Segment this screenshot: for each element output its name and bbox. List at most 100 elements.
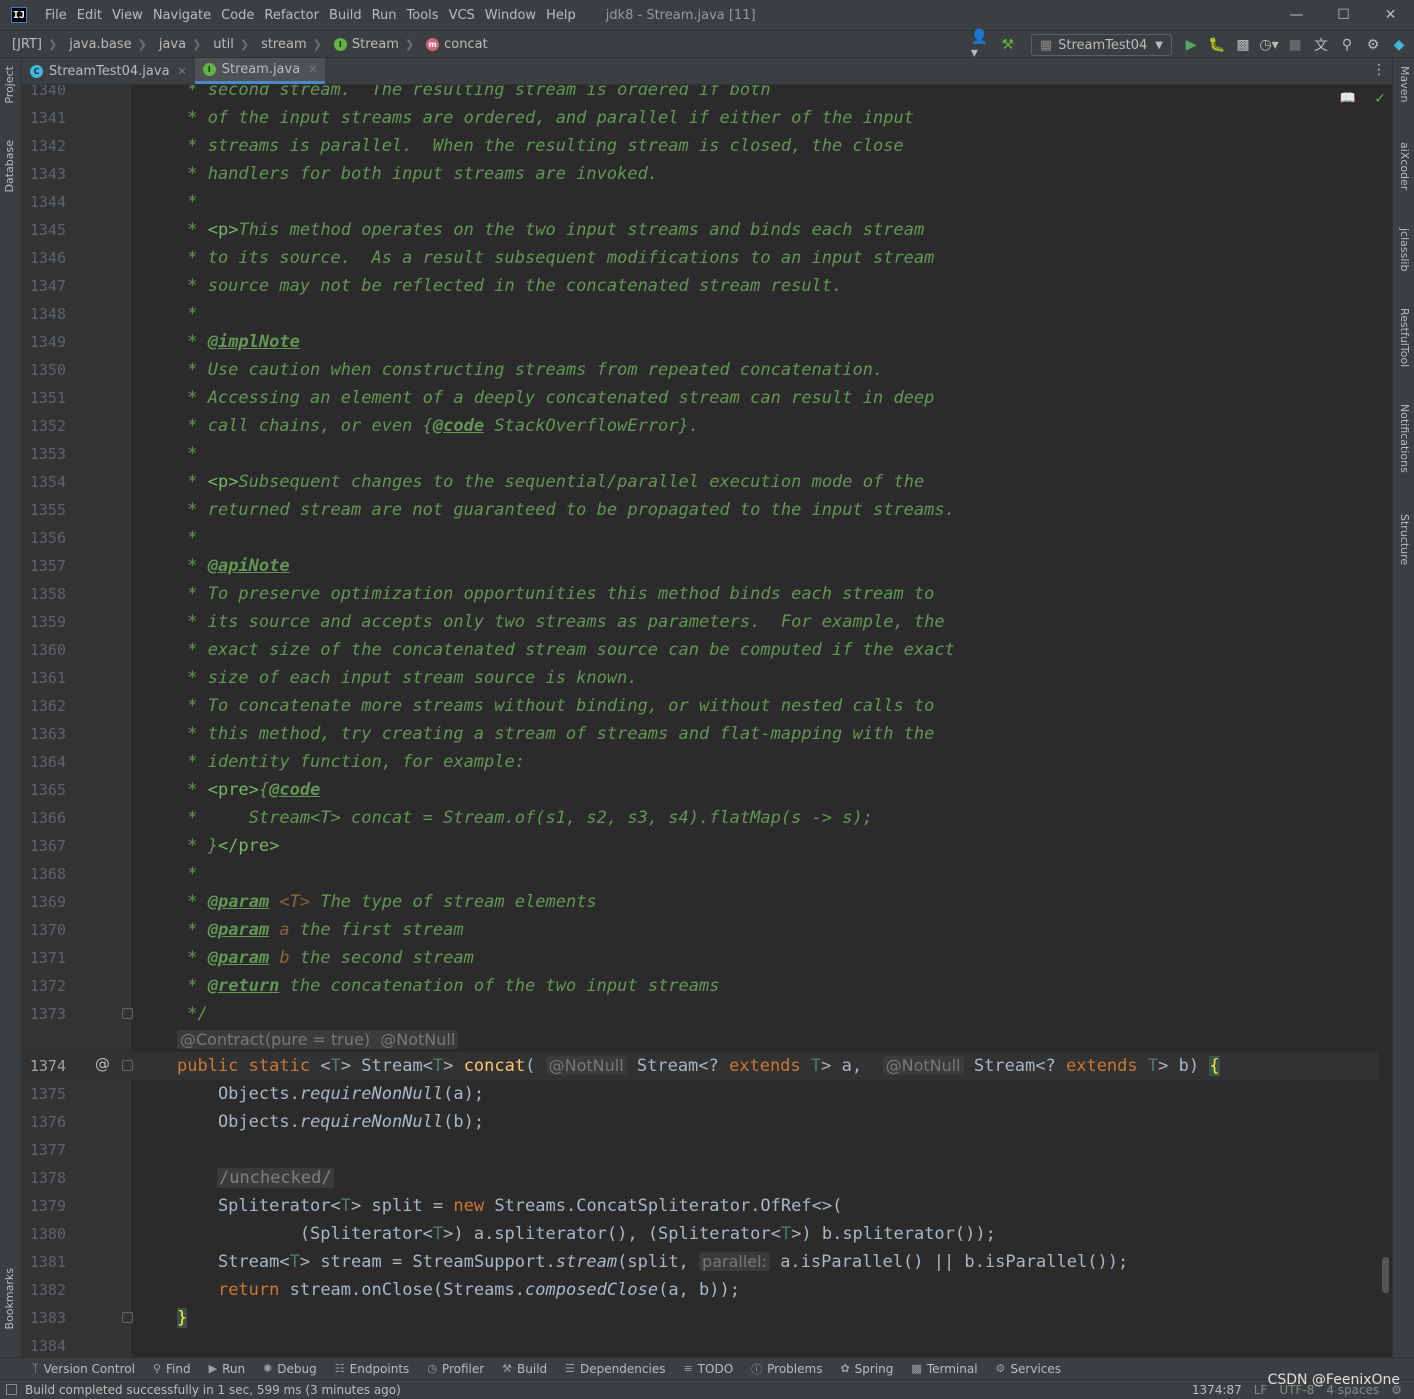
breadcrumb-jrt[interactable]: [JRT] ❯	[12, 37, 57, 52]
bookmarks-tool-tab[interactable]: Bookmarks	[3, 1268, 16, 1329]
breadcrumb-stream-interface[interactable]: I Stream ❯	[333, 37, 414, 52]
menu-window[interactable]: Window	[485, 8, 536, 23]
tab-stream-java[interactable]: I Stream.java ✕	[194, 58, 326, 84]
translate-icon[interactable]: 文	[1310, 34, 1332, 56]
line-number: 1340	[29, 85, 66, 99]
code-editor[interactable]: 📖 ✓ 1340 * second stream. The resulting …	[22, 85, 1392, 1357]
code-line: * @param b the second stream	[177, 948, 474, 968]
debug-icon[interactable]: 🐛	[1206, 34, 1228, 56]
breadcrumb-java-base[interactable]: java.base ❯	[69, 37, 147, 52]
stop-icon[interactable]: ■	[1284, 34, 1306, 56]
status-toggle-icon[interactable]	[6, 1384, 17, 1395]
list-icon: ≡	[683, 1362, 693, 1375]
breadcrumb-util[interactable]: util ❯	[213, 37, 249, 52]
run-configuration-select[interactable]: ▦ StreamTest04 ▼	[1030, 34, 1172, 56]
tab-terminal[interactable]: ▩ Terminal	[911, 1362, 977, 1376]
tab-version-control[interactable]: ᛉ Version Control	[32, 1362, 135, 1376]
line-number: 1347	[29, 277, 66, 295]
project-tool-tab[interactable]: Project	[3, 66, 16, 104]
user-icon[interactable]: 👤▾	[971, 29, 993, 61]
coverage-icon[interactable]: ▩	[1232, 34, 1254, 56]
class-icon: C	[30, 64, 43, 78]
breadcrumb-concat-method[interactable]: m concat	[426, 37, 488, 52]
maximize-icon[interactable]: ☐	[1320, 0, 1367, 30]
tab-problems[interactable]: ⓘ Problems	[751, 1361, 822, 1377]
line-number: 1346	[29, 249, 66, 267]
tab-find[interactable]: ⚲ Find	[153, 1362, 191, 1376]
line-number: 1371	[29, 949, 66, 967]
notifications-tool-tab[interactable]: Notifications	[1398, 404, 1411, 473]
close-tab-icon[interactable]: ✕	[308, 63, 317, 76]
jclasslib-tool-tab[interactable]: jclasslib	[1398, 228, 1411, 271]
code-line: Spliterator<T> split = new Streams.Conca…	[177, 1196, 843, 1216]
menu-file[interactable]: File	[45, 8, 67, 23]
search-icon[interactable]: ⚲	[1336, 34, 1358, 56]
fold-marker-icon[interactable]	[122, 1008, 133, 1019]
menu-view[interactable]: View	[112, 8, 143, 23]
line-number: 1345	[29, 221, 66, 239]
run-icon[interactable]: ▶	[1180, 34, 1202, 56]
close-tab-icon[interactable]: ✕	[178, 65, 187, 78]
vertical-scrollbar[interactable]	[1382, 1257, 1389, 1293]
line-number: 1384	[29, 1337, 66, 1355]
structure-tool-tab[interactable]: Structure	[1398, 514, 1411, 565]
menu-code[interactable]: Code	[221, 8, 254, 23]
toolbox-icon[interactable]: ◆	[1388, 34, 1410, 56]
tab-spring[interactable]: ✿ Spring	[840, 1362, 893, 1376]
line-number: 1366	[29, 809, 66, 827]
code-line: *	[177, 304, 198, 324]
menu-vcs[interactable]: VCS	[449, 8, 475, 23]
tab-run[interactable]: ▶ Run	[209, 1362, 245, 1376]
watermark: CSDN @FeenixOne	[1267, 1372, 1400, 1388]
tab-build[interactable]: ⚒ Build	[502, 1362, 547, 1376]
menu-build[interactable]: Build	[329, 8, 362, 23]
restfultool-tool-tab[interactable]: RestfulTool	[1398, 308, 1411, 367]
tab-todo[interactable]: ≡ TODO	[683, 1362, 733, 1376]
tab-services[interactable]: ⚙ Services	[996, 1362, 1061, 1376]
menu-refactor[interactable]: Refactor	[264, 8, 319, 23]
parameter-name-hint[interactable]: parallel:	[699, 1252, 770, 1271]
caret-position[interactable]: 1374:87	[1192, 1383, 1242, 1397]
tab-profiler[interactable]: ◷ Profiler	[427, 1362, 484, 1376]
more-options-icon[interactable]: ⋮	[1372, 62, 1386, 78]
line-number: 1364	[29, 753, 66, 771]
status-message[interactable]: Build completed successfully in 1 sec, 5…	[25, 1383, 401, 1397]
line-number: 1380	[29, 1225, 66, 1243]
run-config-icon: ▦	[1039, 37, 1053, 53]
database-tool-tab[interactable]: Database	[3, 140, 16, 193]
tab-debug[interactable]: ✺ Debug	[263, 1362, 317, 1376]
tab-dependencies[interactable]: ☰ Dependencies	[565, 1362, 665, 1376]
fold-marker-icon[interactable]	[122, 1060, 133, 1071]
build-hammer-icon[interactable]: ⚒	[997, 34, 1019, 56]
profile-icon[interactable]: ◷▾	[1258, 34, 1280, 56]
menu-help[interactable]: Help	[546, 8, 576, 23]
line-number: 1369	[29, 893, 66, 911]
minimize-icon[interactable]: —	[1273, 0, 1320, 30]
menu-run[interactable]: Run	[372, 8, 397, 23]
aixcoder-tool-tab[interactable]: aiXcoder	[1398, 142, 1411, 190]
menu-navigate[interactable]: Navigate	[153, 8, 211, 23]
code-line: Objects.requireNonNull(b);	[177, 1112, 485, 1132]
tab-streamtest04[interactable]: C StreamTest04.java ✕	[22, 58, 195, 84]
status-bar: Build completed successfully in 1 sec, 5…	[0, 1379, 1414, 1399]
tab-endpoints[interactable]: ☷ Endpoints	[335, 1362, 410, 1376]
code-line: * this method, try creating a stream of …	[177, 724, 935, 744]
breadcrumb-stream-package[interactable]: stream ❯	[261, 37, 322, 52]
code-line: * streams is parallel. When the resultin…	[177, 136, 904, 156]
menu-tools[interactable]: Tools	[407, 8, 439, 23]
code-line: * <p>This method operates on the two inp…	[177, 220, 925, 240]
folded-comment[interactable]: /unchecked/	[217, 1164, 334, 1192]
fold-marker-icon[interactable]	[122, 1312, 133, 1323]
menu-edit[interactable]: Edit	[77, 8, 102, 23]
notnull-hint[interactable]: @NotNull	[545, 1056, 627, 1075]
line-separator[interactable]: LF	[1254, 1383, 1268, 1397]
code-line: * size of each input stream source is kn…	[177, 668, 638, 688]
implementation-marker-icon[interactable]: @	[95, 1055, 110, 1073]
gear-icon[interactable]: ⚙	[1362, 34, 1384, 56]
close-icon[interactable]: ✕	[1367, 0, 1414, 30]
inferred-annotations-hint[interactable]: @Contract(pure = true) @NotNull	[177, 1030, 459, 1049]
notnull-hint[interactable]: @NotNull	[882, 1056, 964, 1075]
maven-tool-tab[interactable]: Maven	[1398, 66, 1411, 102]
breadcrumb-java[interactable]: java ❯	[159, 37, 201, 52]
code-line: * second stream. The resulting stream is…	[177, 85, 771, 100]
